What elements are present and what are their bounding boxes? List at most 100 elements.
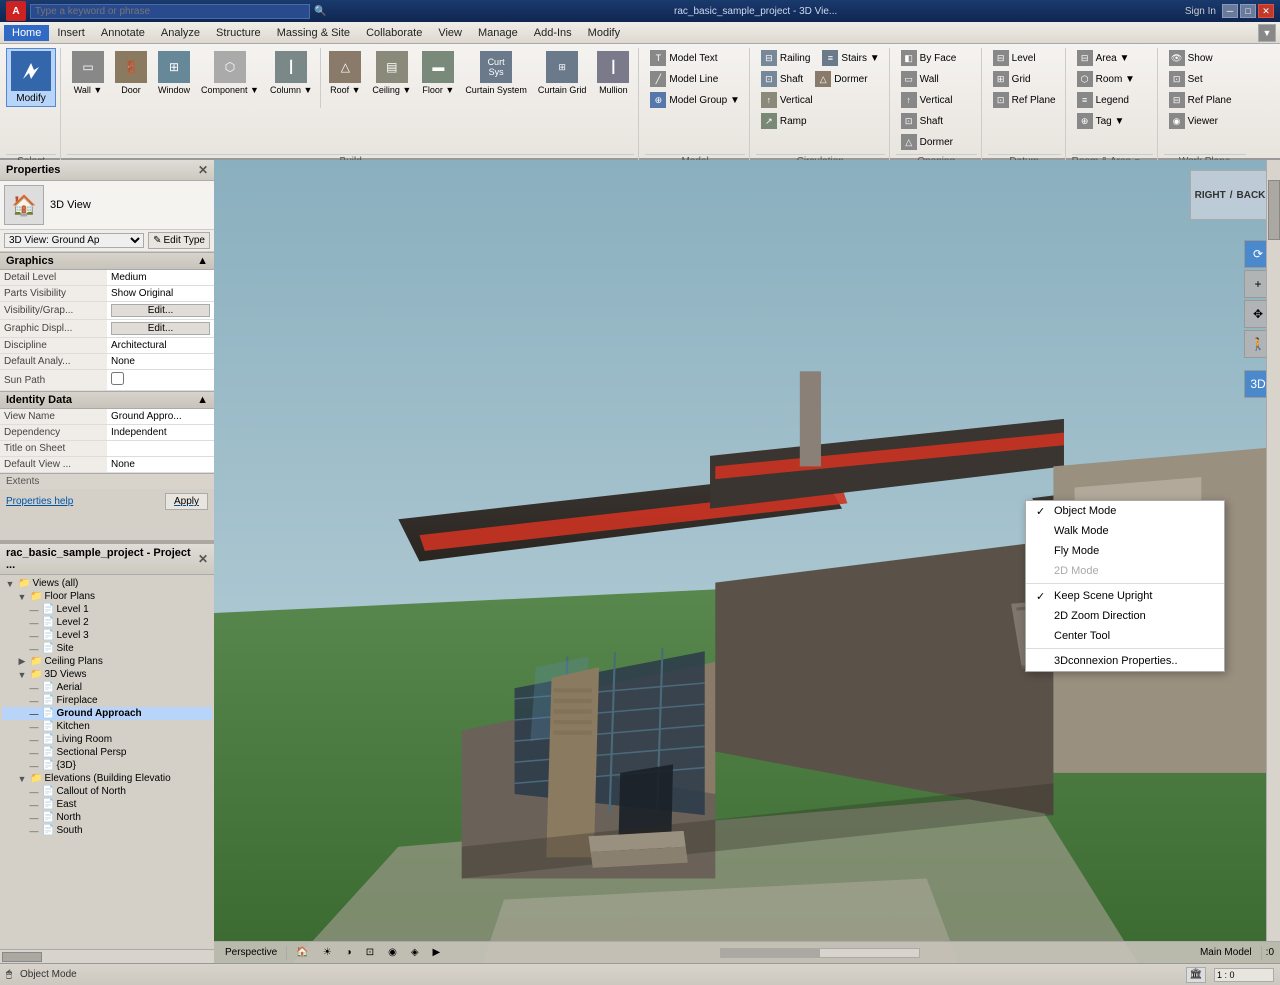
railing-button[interactable]: ⊟ Railing <box>756 48 816 68</box>
ctx-2d-zoom-direction[interactable]: 2D Zoom Direction <box>1026 606 1224 626</box>
curtain-system-button[interactable]: Curt Sys Curtain System <box>460 48 532 98</box>
nav-cube[interactable]: RIGHT / BACK <box>1190 170 1270 220</box>
shadows-toggle[interactable]: ◑ <box>341 945 357 960</box>
ceiling-button[interactable]: ▤ Ceiling ▼ <box>367 48 416 98</box>
modify-button[interactable]: Modify <box>6 48 56 107</box>
tree-item-east[interactable]: — 📄 East <box>2 798 212 811</box>
tree-item-views-all[interactable]: ▼ 📁 Views (all) <box>2 577 212 590</box>
tree-item-ground-approach[interactable]: — 📄 Ground Approach <box>2 707 212 720</box>
menu-item-annotate[interactable]: Annotate <box>93 25 153 41</box>
tree-item-floor-plans[interactable]: ▼ 📁 Floor Plans <box>2 590 212 603</box>
view-slider[interactable] <box>720 948 920 958</box>
menu-item-collaborate[interactable]: Collaborate <box>358 25 430 41</box>
viewport[interactable]: RIGHT / BACK ⟳ + ✥ 🚶 3D Object Mode Walk… <box>214 160 1280 963</box>
window-button[interactable]: ⊞ Window <box>153 48 195 98</box>
menu-item-modify[interactable]: Modify <box>580 25 628 41</box>
detail-level-value[interactable]: Medium <box>107 270 214 286</box>
ref-plane-wp-button[interactable]: ⊟ Ref Plane <box>1164 90 1237 110</box>
visual-style-button[interactable]: 🏠 <box>291 945 313 960</box>
column-button[interactable]: ┃ Column ▼ <box>265 48 317 98</box>
sun-path-value[interactable] <box>107 370 214 391</box>
graphic-displ-edit-button[interactable]: Edit... <box>111 322 210 335</box>
visibility-edit-button[interactable]: Edit... <box>111 304 210 317</box>
tree-item-sectional-persp[interactable]: — 📄 Sectional Persp <box>2 746 212 759</box>
edit-type-button[interactable]: ✎ Edit Type <box>148 232 210 249</box>
identity-data-section-header[interactable]: Identity Data ▲ <box>0 391 214 409</box>
parts-visibility-value[interactable]: Show Original <box>107 286 214 302</box>
visibility-grap-value[interactable]: Edit... <box>107 302 214 320</box>
project-browser-close-button[interactable]: ✕ <box>198 552 208 566</box>
show-button[interactable]: 👁 Show <box>1164 48 1218 68</box>
model-graphics-button[interactable]: ◈ <box>406 945 424 960</box>
maximize-button[interactable]: □ <box>1240 4 1256 18</box>
grid-button[interactable]: ⊞ Grid <box>988 69 1036 89</box>
ctx-center-tool[interactable]: Center Tool <box>1026 626 1224 646</box>
title-on-sheet-value[interactable] <box>107 441 214 457</box>
properties-close-button[interactable]: ✕ <box>198 163 208 177</box>
tree-item-living-room[interactable]: — 📄 Living Room <box>2 733 212 746</box>
view-name-dropdown[interactable]: 3D View: Ground Ap <box>4 233 144 248</box>
component-button[interactable]: ⬡ Component ▼ <box>196 48 264 98</box>
tree-item-level2[interactable]: — 📄 Level 2 <box>2 616 212 629</box>
search-icon[interactable]: 🔍 <box>314 6 326 17</box>
ctx-3dconnexion-properties[interactable]: 3Dconnexion Properties.. <box>1026 651 1224 671</box>
tree-item-north[interactable]: — 📄 North <box>2 811 212 824</box>
dormer-button[interactable]: △ Dormer <box>810 69 872 89</box>
dormer-opening-button[interactable]: △ Dormer <box>896 132 958 152</box>
status-icon-button[interactable]: 🏛 <box>1186 967 1206 983</box>
tree-item-3d-views[interactable]: ▼ 📁 3D Views <box>2 668 212 681</box>
tree-item-level3[interactable]: — 📄 Level 3 <box>2 629 212 642</box>
search-input[interactable] <box>30 4 310 19</box>
graphic-displ-value[interactable]: Edit... <box>107 320 214 338</box>
scrollbar-thumb-v[interactable] <box>1268 180 1280 240</box>
close-button[interactable]: ✕ <box>1258 4 1274 18</box>
ctx-object-mode[interactable]: Object Mode <box>1026 501 1224 521</box>
viewer-button[interactable]: ◉ Viewer <box>1164 111 1223 131</box>
ctx-fly-mode[interactable]: Fly Mode <box>1026 541 1224 561</box>
sign-in-link[interactable]: Sign In <box>1185 6 1216 17</box>
stairs-button[interactable]: ≡ Stairs ▼ <box>817 48 884 68</box>
ctx-keep-scene-upright[interactable]: Keep Scene Upright <box>1026 586 1224 606</box>
shaft-button[interactable]: ⊡ Shaft <box>756 69 808 89</box>
curtain-grid-button[interactable]: ⊞ Curtain Grid <box>533 48 592 98</box>
tree-item-level1[interactable]: — 📄 Level 1 <box>2 603 212 616</box>
tree-item-ceiling-plans[interactable]: ▶ 📁 Ceiling Plans <box>2 655 212 668</box>
sun-path-toggle[interactable]: ☀ <box>318 945 337 960</box>
ramp-button[interactable]: ↗ Ramp <box>756 111 812 131</box>
view-slider-thumb[interactable] <box>721 949 820 957</box>
ribbon-toggle-button[interactable]: ▼ <box>1258 24 1276 42</box>
by-face-button[interactable]: ◧ By Face <box>896 48 962 68</box>
perspective-button[interactable]: Perspective <box>220 945 282 960</box>
set-button[interactable]: ⊡ Set <box>1164 69 1208 89</box>
tree-item-site[interactable]: — 📄 Site <box>2 642 212 655</box>
model-text-button[interactable]: T Model Text <box>645 48 722 68</box>
menu-item-massing[interactable]: Massing & Site <box>269 25 358 41</box>
menu-item-home[interactable]: Home <box>4 25 49 41</box>
room-button[interactable]: ⬡ Room ▼ <box>1072 69 1140 89</box>
renderinfo-button[interactable]: ◉ <box>383 945 402 960</box>
ref-plane-button[interactable]: ⊡ Ref Plane <box>988 90 1061 110</box>
menu-item-insert[interactable]: Insert <box>49 25 93 41</box>
tree-item-kitchen[interactable]: — 📄 Kitchen <box>2 720 212 733</box>
menu-item-manage[interactable]: Manage <box>470 25 526 41</box>
graphics-section-header[interactable]: Graphics ▲ <box>0 252 214 270</box>
model-line-button[interactable]: ╱ Model Line <box>645 69 723 89</box>
properties-help-link[interactable]: Properties help <box>6 496 73 507</box>
shaft-opening-button[interactable]: ⊡ Shaft <box>896 111 948 131</box>
mullion-button[interactable]: ┃ Mullion <box>592 48 634 98</box>
tree-item-callout-north[interactable]: — 📄 Callout of North <box>2 785 212 798</box>
tree-item-south[interactable]: — 📄 South <box>2 824 212 837</box>
legend-button[interactable]: ≡ Legend <box>1072 90 1134 110</box>
vertical-button[interactable]: ↑ Vertical <box>756 90 818 110</box>
door-button[interactable]: 🚪 Door <box>110 48 152 98</box>
menu-item-addins[interactable]: Add-Ins <box>526 25 580 41</box>
sun-path-checkbox[interactable] <box>111 372 124 385</box>
wall-button[interactable]: ▭ Wall ▼ <box>67 48 109 98</box>
minimize-button[interactable]: ─ <box>1222 4 1238 18</box>
floor-button[interactable]: ▬ Floor ▼ <box>417 48 459 98</box>
tree-item-aerial[interactable]: — 📄 Aerial <box>2 681 212 694</box>
ctx-walk-mode[interactable]: Walk Mode <box>1026 521 1224 541</box>
viewport-scrollbar-v[interactable] <box>1266 160 1280 941</box>
vertical-opening-button[interactable]: ↑ Vertical <box>896 90 958 110</box>
level-button[interactable]: ⊟ Level <box>988 48 1041 68</box>
